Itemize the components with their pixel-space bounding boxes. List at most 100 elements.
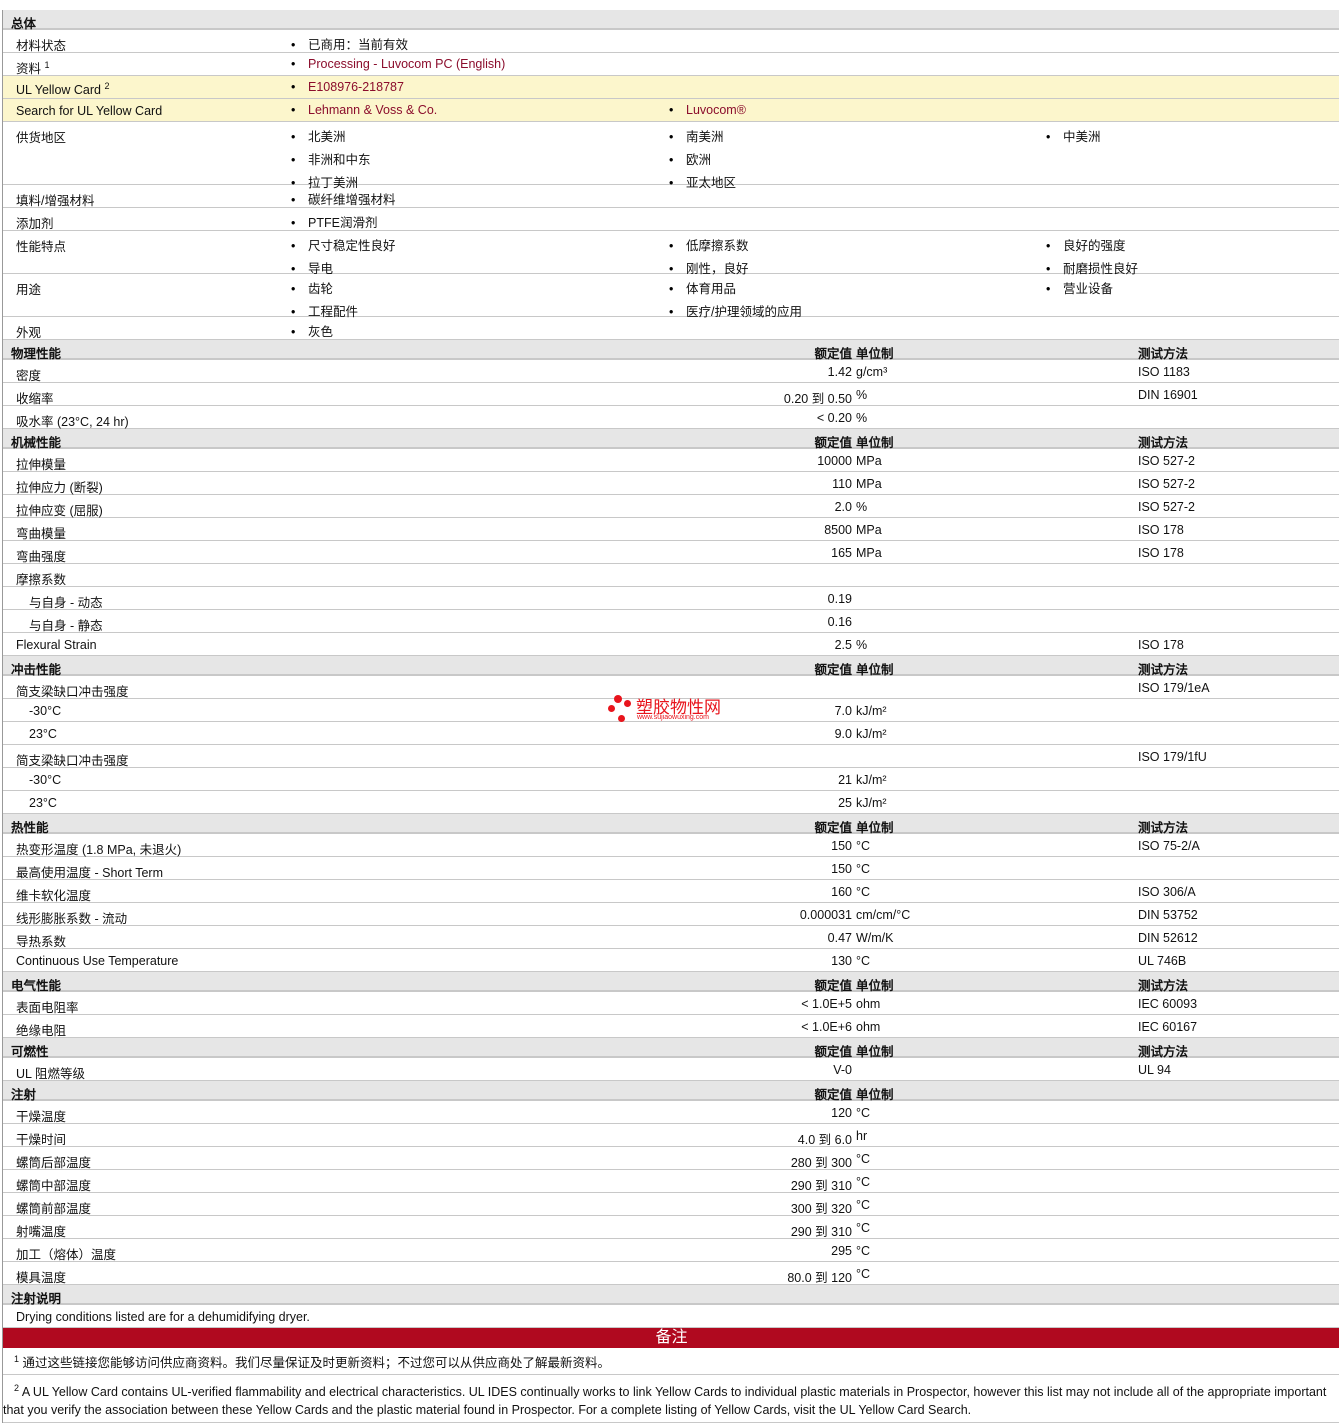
row-items: 灰色 (291, 321, 1339, 340)
property-unit: % (856, 411, 868, 425)
general-row: 外观 灰色 (3, 317, 1339, 340)
property-value: 165 (831, 546, 852, 560)
property-row: 拉伸应力 (断裂) 110 MPa ISO 527-2 (3, 472, 1339, 495)
general-row: Search for UL Yellow Card Lehmann & Voss … (3, 99, 1339, 122)
item-text[interactable]: Lehmann & Voss & Co. (308, 103, 437, 117)
property-unit: MPa (856, 454, 882, 468)
property-value: 10000 (817, 454, 852, 468)
property-label: 23°C (29, 796, 57, 810)
property-row: 维卡软化温度 160 °C ISO 306/A (3, 880, 1339, 903)
row-label: 供货地区 (16, 127, 66, 146)
item-text[interactable]: Luvocom® (686, 103, 746, 117)
item-text: 良好的强度 (1063, 239, 1126, 253)
property-unit: % (856, 500, 868, 514)
property-value: 290 到 310 (790, 1179, 852, 1193)
link-item[interactable]: Lehmann & Voss & Co. (291, 103, 669, 117)
row-items: Processing - Luvocom PC (English) (291, 57, 1339, 71)
property-row: -30°C 21 kJ/m² (3, 768, 1339, 791)
item-text: 低摩擦系数 (686, 239, 749, 253)
property-label: 收缩率 (16, 392, 54, 406)
property-row: 23°C 25 kJ/m² (3, 791, 1339, 814)
property-value: 0.19 (827, 592, 852, 606)
property-label: -30°C (29, 704, 62, 718)
section-injection-notes: 注射说明 (3, 1285, 1339, 1306)
property-value: < 1.0E+5 (801, 997, 852, 1011)
property-value: 9.0 (834, 727, 852, 741)
section-general: 总体 (3, 10, 1339, 31)
property-unit: kJ/m² (856, 796, 887, 810)
footnote-number: 2 (14, 1383, 20, 1393)
item-text[interactable]: E108976-218787 (308, 80, 404, 94)
row-label: 性能特点 (16, 236, 66, 255)
item-text: 南美洲 (686, 130, 724, 144)
property-row: 热变形温度 (1.8 MPa, 未退火) 150 °C ISO 75-2/A (3, 834, 1339, 857)
list-item: 尺寸稳定性良好 (291, 235, 669, 254)
property-row: 表面电阻率 < 1.0E+5 ohm IEC 60093 (3, 992, 1339, 1015)
property-value: < 1.0E+6 (801, 1020, 852, 1034)
injection-note-text: Drying conditions listed are for a dehum… (16, 1310, 310, 1324)
section-header: 电气性能 额定值 单位制 测试方法 (3, 972, 1339, 993)
property-value: 280 到 300 (790, 1156, 852, 1170)
property-unit: kJ/m² (856, 727, 887, 741)
property-value: 2.5 (834, 638, 852, 652)
row-items: 已商用：当前有效 (291, 34, 1339, 53)
property-row: 弯曲模量 8500 MPa ISO 178 (3, 518, 1339, 541)
property-label: 23°C (29, 727, 57, 741)
property-label: 拉伸应变 (屈服) (16, 504, 103, 518)
property-unit: °C (856, 1106, 871, 1120)
property-label: 摩擦系数 (16, 573, 67, 587)
list-item: 欧洲 (669, 149, 1046, 168)
property-label: 拉伸模量 (16, 458, 67, 472)
property-value: 25 (838, 796, 852, 810)
row-label-text: UL Yellow Card (16, 83, 102, 98)
row-label: 材料状态 (16, 35, 66, 54)
watermark-logo: 塑胶物性网 www.sujiaowuxing.com (606, 693, 746, 725)
row-label: 填料/增强材料 (16, 190, 94, 209)
property-value: 150 (831, 862, 852, 876)
property-unit: °C (856, 1175, 871, 1189)
item-text: 已商用：当前有效 (308, 38, 409, 52)
list-item: PTFE润滑剂 (291, 212, 669, 231)
footnote-text: 通过这些链接您能够访问供应商资料。我们尽量保证及时更新资料；不过您可以从供应商处… (22, 1356, 611, 1370)
property-unit: % (856, 388, 868, 402)
test-method: ISO 75-2/A (1138, 839, 1200, 853)
property-label: 拉伸应力 (断裂) (16, 481, 103, 495)
test-method: UL 746B (1138, 954, 1187, 968)
test-method: UL 94 (1138, 1063, 1171, 1077)
property-unit: kJ/m² (856, 704, 887, 718)
row-label-text: 用途 (16, 283, 42, 297)
property-row: 拉伸模量 10000 MPa ISO 527-2 (3, 449, 1339, 472)
row-label-text: 添加剂 (16, 217, 54, 231)
property-row: 摩擦系数 (3, 564, 1339, 587)
link-item[interactable]: E108976-218787 (291, 80, 669, 94)
link-item[interactable]: Processing - Luvocom PC (English) (291, 57, 669, 71)
property-unit: cm/cm/°C (856, 908, 911, 922)
property-row: 螺筒中部温度 290 到 310 °C (3, 1170, 1339, 1193)
property-value: 300 到 320 (790, 1202, 852, 1216)
property-value: 290 到 310 (790, 1225, 852, 1239)
item-text: 碳纤维增强材料 (308, 193, 396, 207)
property-label: 干燥温度 (16, 1110, 67, 1124)
list-item: 碳纤维增强材料 (291, 189, 669, 208)
test-method: ISO 527-2 (1138, 500, 1195, 514)
property-row: 吸水率 (23°C, 24 hr) < 0.20% (3, 406, 1339, 429)
item-text[interactable]: Processing - Luvocom PC (English) (308, 57, 505, 71)
row-items: 碳纤维增强材料 (291, 189, 1339, 208)
list-item: 北美洲 (291, 126, 669, 145)
section-header: 机械性能 额定值 单位制 测试方法 (3, 429, 1339, 450)
item-text: PTFE润滑剂 (308, 216, 378, 230)
link-item[interactable]: Luvocom® (669, 103, 1046, 117)
property-label: 与自身 - 动态 (29, 596, 103, 610)
row-label-text: Search for UL Yellow Card (16, 104, 163, 118)
section-header: 冲击性能 额定值 单位制 测试方法 (3, 656, 1339, 677)
property-label: 螺筒后部温度 (16, 1156, 92, 1170)
row-label: 用途 (16, 279, 41, 298)
row-label: UL Yellow Card 2 (16, 81, 110, 97)
property-value: 110 (832, 477, 852, 491)
notes-banner: 备注 (3, 1328, 1339, 1348)
list-item: 非洲和中东 (291, 149, 669, 168)
property-row: 加工（熔体）温度 295 °C (3, 1239, 1339, 1262)
property-value: 130 (831, 954, 852, 968)
row-items: PTFE润滑剂 (291, 212, 1339, 231)
item-text: 灰色 (308, 325, 334, 339)
